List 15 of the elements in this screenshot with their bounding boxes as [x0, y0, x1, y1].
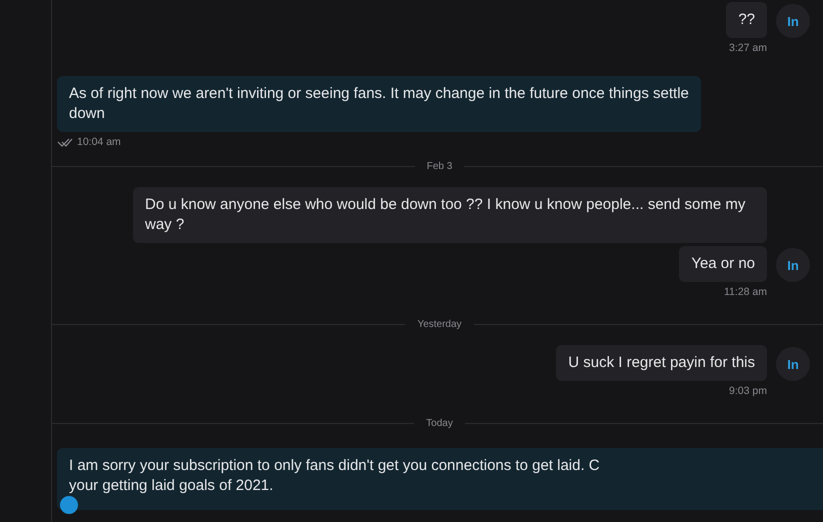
- date-divider: Feb 3: [426, 161, 452, 172]
- avatar[interactable]: In: [776, 4, 810, 38]
- message-bubble: As of right now we aren't inviting or seeing fans. It may change in the future once things settle down: [57, 76, 701, 132]
- message-bubble: Do u know anyone else who would be down too ?? I know u know people... send some my way ?: [133, 187, 767, 243]
- message-time: 9:03 pm: [729, 385, 767, 397]
- date-divider: Yesterday: [417, 319, 462, 330]
- message-time: 10:04 am: [77, 136, 121, 148]
- avatar[interactable]: In: [776, 248, 810, 282]
- message-time: 3:27 am: [729, 42, 767, 54]
- message-bubble: ??: [726, 2, 767, 38]
- message-time: 11:28 am: [724, 286, 767, 298]
- message-bubble: Yea or no: [679, 246, 767, 282]
- message-bubble: U suck I regret payin for this: [556, 345, 767, 381]
- avatar[interactable]: In: [776, 347, 810, 381]
- date-divider: Today: [426, 418, 453, 429]
